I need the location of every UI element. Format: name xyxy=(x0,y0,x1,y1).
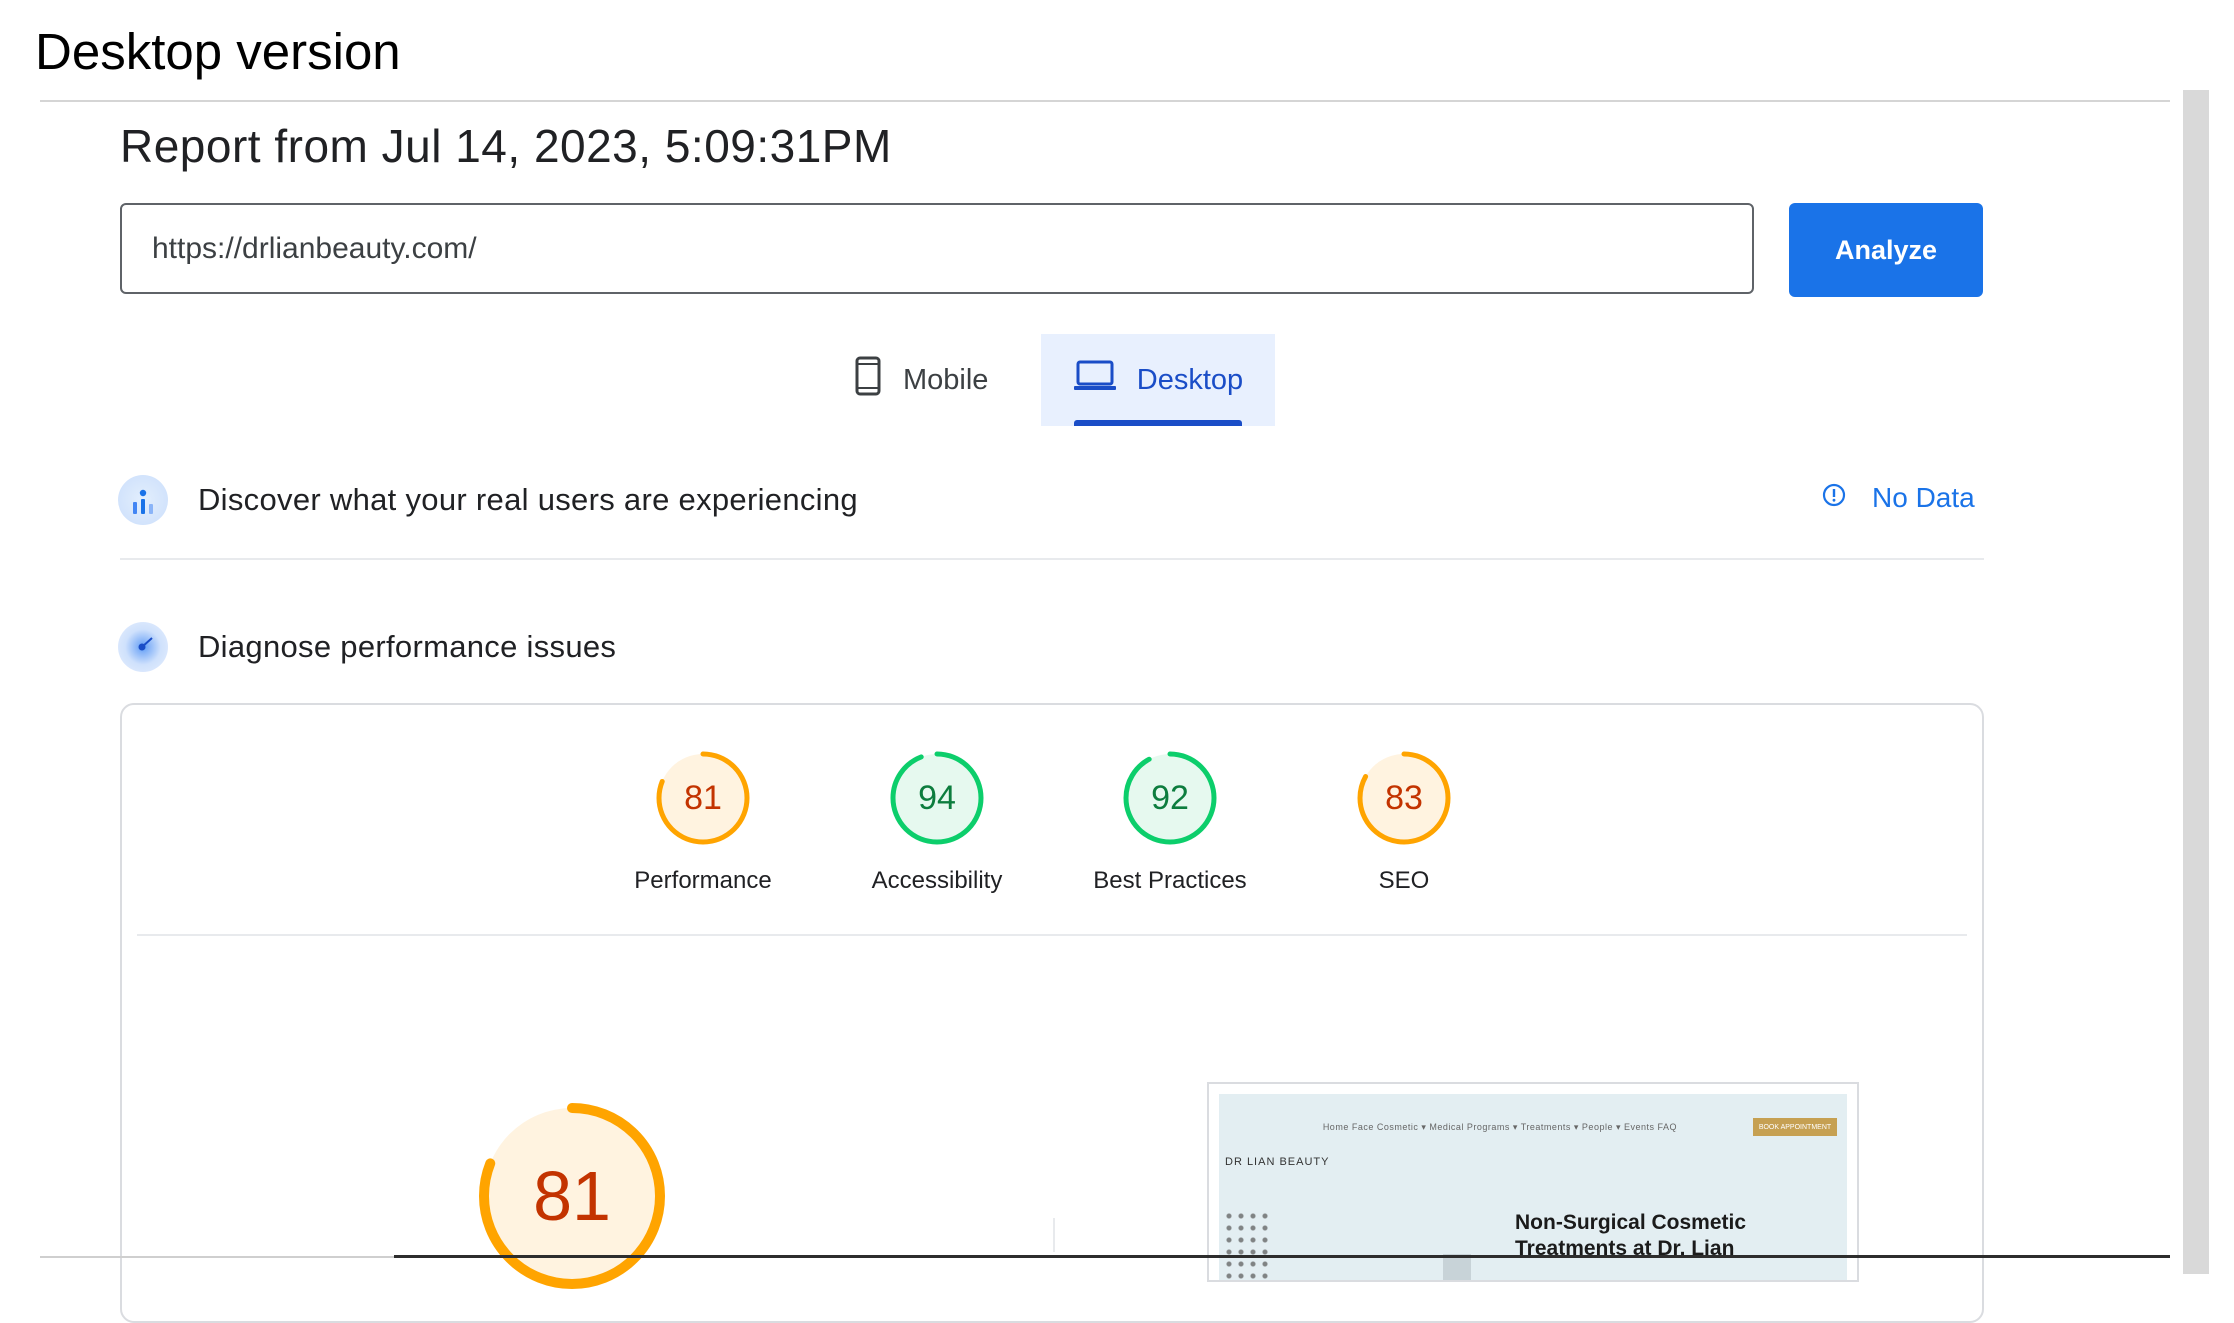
info-icon xyxy=(1822,482,1846,514)
score-value: 92 xyxy=(1151,778,1189,817)
url-input[interactable]: https://drlianbeauty.com/ xyxy=(120,203,1754,294)
tab-mobile-label: Mobile xyxy=(903,363,989,396)
score-gauge-performance[interactable]: 81 Performance xyxy=(634,751,772,895)
score-value: 81 xyxy=(684,778,722,817)
vertical-divider xyxy=(1053,1218,1055,1252)
laptop-icon xyxy=(1073,359,1117,401)
section-divider xyxy=(120,558,1984,560)
score-label: Best Practices xyxy=(1093,867,1247,894)
score-value: 83 xyxy=(1385,778,1423,817)
score-ring: 83 xyxy=(1357,751,1451,845)
report-title: Report from Jul 14, 2023, 5:09:31PM xyxy=(120,120,892,172)
no-data-status[interactable]: No Data xyxy=(1822,482,1975,514)
score-label: Accessibility xyxy=(871,867,1003,894)
score-gauge-best-practices[interactable]: 92 Best Practices xyxy=(1093,751,1247,895)
tab-desktop[interactable]: Desktop xyxy=(1041,334,1275,426)
score-ring: 81 xyxy=(656,751,750,845)
screenshot-headline-line2: Treatments at Dr. Lian xyxy=(1515,1237,1735,1260)
screenshot-brand: DR LIAN BEAUTY xyxy=(1225,1156,1330,1168)
scrollbar[interactable] xyxy=(2183,90,2209,1274)
page-caption: Desktop version xyxy=(35,23,401,80)
phone-icon xyxy=(855,356,881,404)
tab-mobile[interactable]: Mobile xyxy=(855,334,1040,426)
score-ring: 92 xyxy=(1123,751,1217,845)
top-divider xyxy=(40,100,2170,102)
tab-desktop-label: Desktop xyxy=(1136,363,1244,396)
bottom-divider-dark xyxy=(394,1255,2170,1258)
no-data-label: No Data xyxy=(1872,482,1975,513)
screenshot-headline-line1: Non-Surgical Cosmetic xyxy=(1515,1211,1747,1234)
screenshot-block xyxy=(1443,1254,1471,1280)
performance-score-value: 81 xyxy=(533,1157,611,1235)
score-gauge-accessibility[interactable]: 94 Accessibility xyxy=(872,751,1002,895)
score-label: Performance xyxy=(634,867,772,894)
card-divider xyxy=(137,934,1967,936)
analyze-button[interactable]: Analyze xyxy=(1789,203,1983,297)
score-value: 94 xyxy=(918,778,956,817)
diagnose-icon xyxy=(118,622,168,672)
score-label: SEO xyxy=(1378,867,1430,894)
page-screenshot-thumbnail: Home Face Cosmetic ▾ Medical Programs ▾ … xyxy=(1207,1082,1859,1282)
score-ring: 94 xyxy=(890,751,984,845)
screenshot-pattern xyxy=(1223,1210,1269,1280)
crux-section-title: Discover what your real users are experi… xyxy=(198,482,858,517)
screenshot-nav: Home Face Cosmetic ▾ Medical Programs ▾ … xyxy=(1322,1122,1677,1132)
score-gauge-seo[interactable]: 83 SEO xyxy=(1344,751,1464,895)
screenshot-canvas: Home Face Cosmetic ▾ Medical Programs ▾ … xyxy=(1219,1094,1847,1280)
diagnose-section-title: Diagnose performance issues xyxy=(198,629,617,664)
tab-selected-indicator xyxy=(1074,420,1242,426)
users-chart-icon xyxy=(118,475,168,525)
screenshot-cta: BOOK APPOINTMENT xyxy=(1753,1118,1837,1136)
